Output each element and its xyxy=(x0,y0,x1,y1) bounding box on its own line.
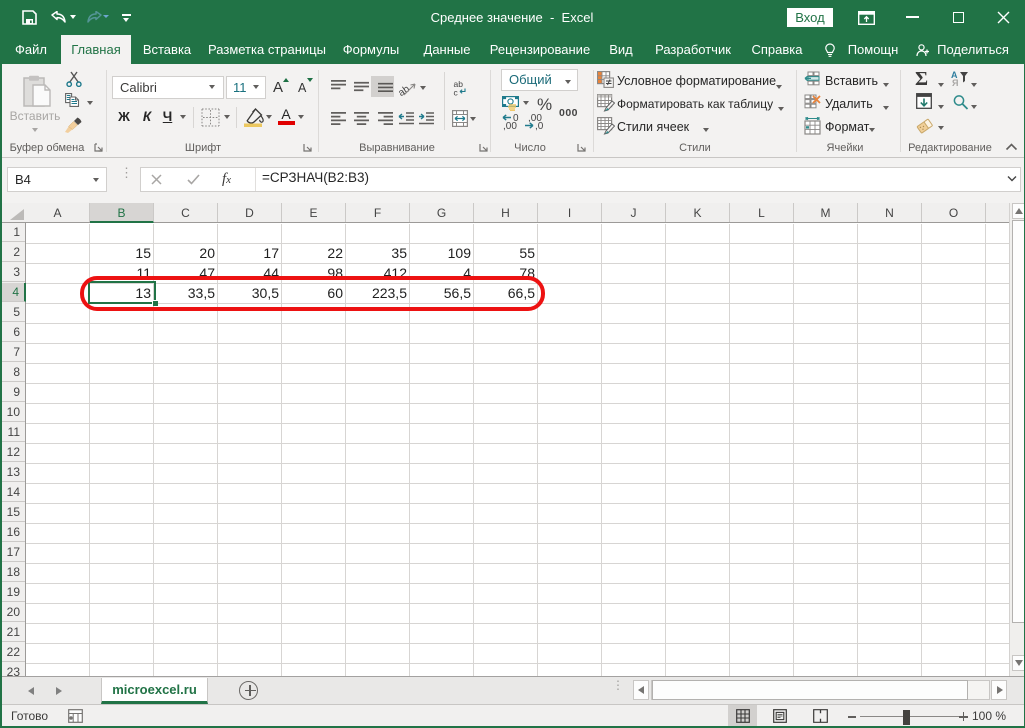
svg-text:ab: ab xyxy=(399,83,412,97)
svg-text:Я: Я xyxy=(952,78,958,87)
svg-text:,0: ,0 xyxy=(535,121,544,131)
svg-text:0: 0 xyxy=(513,113,519,124)
